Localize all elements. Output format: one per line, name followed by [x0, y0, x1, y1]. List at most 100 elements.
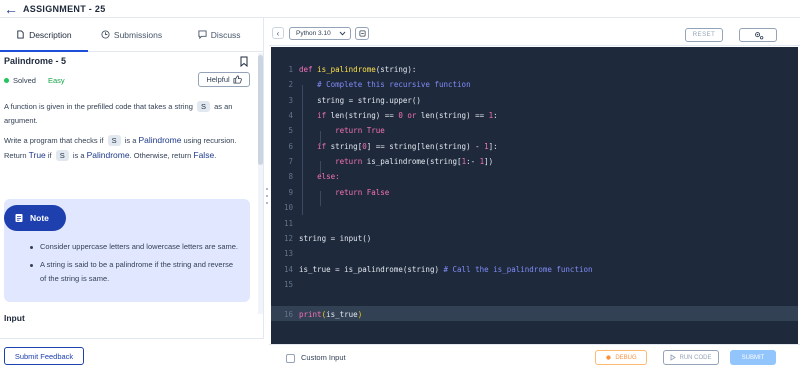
code-line: if string[0] == string[len(string) - 1]: [317, 142, 498, 151]
highlight-term: Palindrome [138, 135, 182, 145]
active-tab-indicator [0, 50, 88, 52]
code-editor[interactable]: 1 2 3 4 5 6 7 8 9 10 11 12 13 14 15 16 d… [271, 47, 798, 344]
note-item: Consider uppercase letters and lowercase… [30, 240, 240, 254]
settings-button[interactable] [739, 28, 777, 42]
text: if [47, 151, 52, 160]
play-icon [671, 354, 677, 361]
code-line: # Complete this recursive function [317, 80, 471, 89]
line-number: 1 [288, 65, 293, 74]
editor-footer: Custom Input DEBUG RUN CODE SUBMIT [269, 344, 800, 371]
chevron-down-icon [339, 31, 346, 36]
description-content: Palindrome - 5 Solved Easy Helpful A fun… [0, 53, 258, 314]
debug-label: DEBUG [615, 354, 637, 361]
line-number: 5 [288, 126, 293, 135]
code-line: return False [335, 188, 390, 197]
code-line: return is_palindrome(string[1:- 1]) [335, 157, 494, 166]
reset-button[interactable]: RESET [685, 28, 723, 42]
note-badge: Note [4, 205, 66, 231]
problem-title: Palindrome - 5 [4, 56, 67, 66]
helpful-label: Helpful [206, 75, 230, 84]
custom-input-checkbox[interactable] [286, 354, 295, 363]
code-panel: ‹ Python 3.10 RESET 1 2 3 4 5 6 7 8 9 10… [269, 18, 800, 371]
note-item: A string is said to be a palindrome if t… [30, 258, 240, 286]
text: Write a program that checks if [4, 136, 104, 145]
problem-meta: Solved Easy [4, 76, 65, 85]
code-line: def is_palindrome(string): [299, 65, 417, 74]
editor-toolbar: ‹ Python 3.10 RESET [269, 18, 800, 46]
run-code-button[interactable]: RUN CODE [663, 350, 719, 365]
collapse-panel-button[interactable]: ‹ [272, 27, 284, 39]
chat-icon [198, 30, 207, 39]
page-title: ASSIGNMENT - 25 [23, 3, 106, 14]
tab-description-label: Description [29, 29, 72, 40]
line-number: 12 [283, 234, 293, 243]
code-line: print(is_true) [299, 310, 363, 319]
clock-icon [101, 30, 110, 39]
highlight-term: True [28, 150, 46, 160]
line-number: 13 [283, 249, 293, 258]
helpful-button[interactable]: Helpful [198, 72, 250, 87]
thumbs-up-icon [233, 75, 242, 84]
gear-icon [754, 31, 763, 39]
back-arrow-icon[interactable]: ← [4, 2, 18, 16]
code-line: string = string.upper() [317, 96, 421, 105]
line-number: 9 [288, 188, 293, 197]
code-line: if len(string) == 0 or len(string) == 1: [317, 111, 498, 120]
bug-icon [606, 355, 612, 360]
text: Return [4, 151, 27, 160]
text: is a [124, 136, 137, 145]
tab-bar: Description Submissions Discuss [0, 18, 263, 52]
code-line: string = input() [299, 234, 372, 243]
variable-pill: S [196, 101, 210, 112]
language-value: Python 3.10 [296, 30, 331, 37]
highlight-term: Palindrome [86, 150, 130, 160]
format-icon [358, 30, 366, 37]
note-icon [15, 214, 23, 222]
top-bar: ← ASSIGNMENT - 25 [0, 0, 800, 18]
text: . [214, 151, 217, 160]
line-number: 16 [283, 310, 293, 319]
note-label: Note [30, 213, 49, 223]
line-number: 10 [283, 203, 293, 212]
line-number: 15 [283, 280, 293, 289]
solved-dot-icon [4, 78, 9, 83]
line-number: 6 [288, 142, 293, 151]
code-line: return True [335, 126, 385, 135]
line-number: 7 [288, 157, 293, 166]
status-badge: Solved [13, 76, 36, 85]
difficulty-badge: Easy [47, 76, 65, 85]
text: is a [72, 151, 85, 160]
variable-pill: S [55, 150, 69, 161]
note-list: Consider uppercase letters and lowercase… [30, 240, 240, 290]
input-section-heading: Input [4, 313, 25, 323]
code-line: is_true = is_palindrome(string) # Call t… [299, 265, 593, 274]
description-paragraph-1: A function is given in the prefilled cod… [4, 100, 254, 128]
run-code-label: RUN CODE [679, 354, 712, 361]
submit-feedback-button[interactable]: Submit Feedback [4, 347, 84, 365]
line-number: 4 [288, 111, 293, 120]
line-number: 14 [283, 265, 293, 274]
language-select[interactable]: Python 3.10 [289, 27, 351, 40]
bookmark-icon[interactable] [240, 56, 248, 67]
document-icon [17, 30, 24, 39]
line-number: 2 [288, 80, 293, 89]
submit-button[interactable]: SUBMIT [730, 350, 776, 365]
tab-submissions[interactable]: Submissions [88, 18, 176, 51]
variable-pill: S [107, 135, 121, 146]
line-number: 11 [283, 219, 293, 228]
debug-button[interactable]: DEBUG [595, 350, 647, 365]
tab-submissions-label: Submissions [113, 29, 163, 40]
text: A function is given in the prefilled cod… [4, 102, 193, 111]
description-scrollbar[interactable] [258, 53, 263, 314]
line-number: 8 [288, 172, 293, 181]
scrollbar-thumb[interactable] [258, 55, 263, 165]
tab-discuss[interactable]: Discuss [175, 18, 263, 51]
tab-discuss-label: Discuss [210, 29, 241, 40]
code-line: else: [317, 172, 340, 181]
text: using recursion. [183, 136, 237, 145]
custom-input-label: Custom Input [301, 353, 346, 362]
format-code-button[interactable] [355, 27, 369, 40]
tab-description[interactable]: Description [0, 18, 88, 51]
line-number: 3 [288, 96, 293, 105]
highlight-term: False [193, 150, 215, 160]
